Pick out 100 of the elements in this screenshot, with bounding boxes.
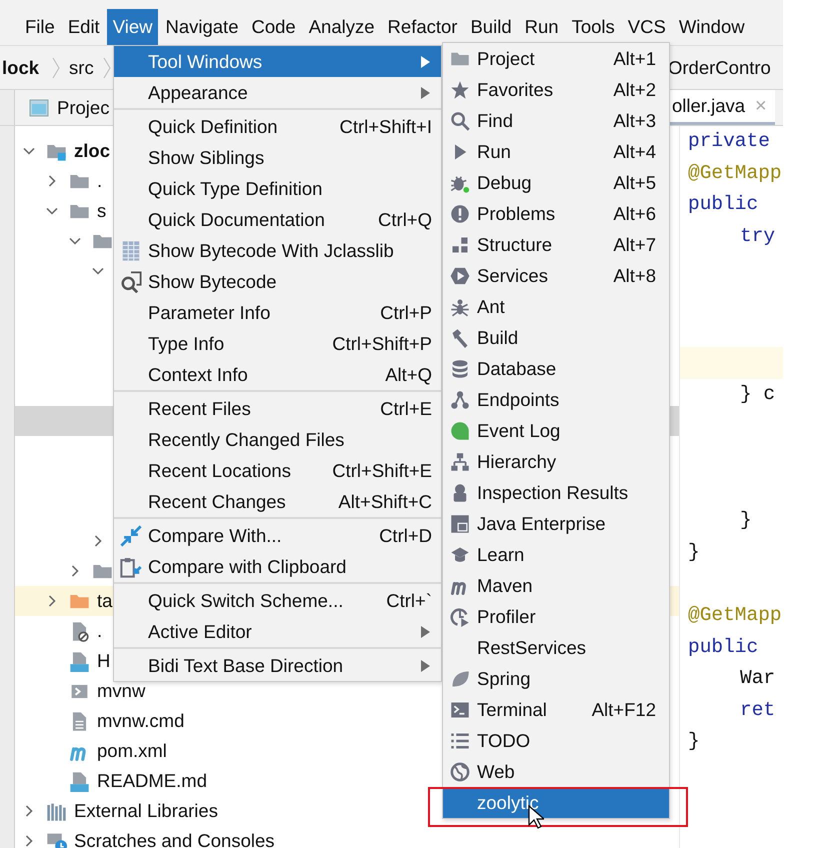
menu-item[interactable]: Web <box>443 756 669 787</box>
tree-item-label[interactable]: H <box>97 650 110 672</box>
menu-item[interactable]: TODO <box>443 725 669 756</box>
clock-play-icon <box>450 606 470 626</box>
menu-bar-item[interactable]: Run <box>518 9 565 45</box>
menu-item[interactable]: Compare with Clipboard <box>114 551 441 582</box>
code-text: private <box>688 130 770 152</box>
blocks-icon <box>450 234 470 254</box>
menu-item[interactable]: Maven <box>443 570 669 601</box>
shortcut-label: Ctrl+` <box>386 590 432 612</box>
menu-item[interactable]: Run Alt+4 <box>443 136 669 167</box>
breadcrumb-item[interactable]: src <box>69 56 94 78</box>
menu-item[interactable]: RestServices <box>443 632 669 663</box>
menu-item[interactable]: Appearance <box>114 77 441 108</box>
menu-item[interactable]: Quick Type Definition <box>114 173 441 204</box>
shortcut-label: Alt+8 <box>613 264 656 286</box>
tree-item-label[interactable]: . <box>97 170 102 192</box>
menu-item[interactable]: Services Alt+8 <box>443 260 669 291</box>
menu-item[interactable]: Recent Files Ctrl+E <box>114 393 441 424</box>
shortcut-label: Ctrl+P <box>380 302 432 324</box>
menu-item[interactable]: Java Enterprise <box>443 508 669 539</box>
star-icon <box>450 80 470 100</box>
file-icon <box>69 770 90 792</box>
menu-item[interactable]: Spring <box>443 663 669 694</box>
cap-icon <box>450 544 470 564</box>
menu-item[interactable]: Quick Documentation Ctrl+Q <box>114 204 441 235</box>
menu-bar-item[interactable]: VCS <box>622 9 672 45</box>
grid-icon <box>120 240 142 262</box>
hammer-icon <box>450 328 470 348</box>
menu-item[interactable]: Structure Alt+7 <box>443 229 669 260</box>
menu-item[interactable]: Recent Locations Ctrl+Shift+E <box>114 455 441 486</box>
menu-item[interactable]: Problems Alt+6 <box>443 198 669 229</box>
menu-bar-item[interactable]: Window <box>672 9 751 45</box>
menu-bar-item[interactable]: Refactor <box>382 9 464 45</box>
menu-bar-item[interactable]: Analyze <box>302 9 381 45</box>
menu-item[interactable]: Favorites Alt+2 <box>443 74 669 105</box>
menu-item[interactable]: Context Info Alt+Q <box>114 359 441 390</box>
editor-tab[interactable]: oller.java × <box>670 90 775 125</box>
list-icon <box>450 730 470 750</box>
shortcut-label: Ctrl+Q <box>378 208 432 230</box>
menu-item[interactable]: Tool Windows <box>114 46 441 77</box>
menu-item[interactable]: Project Alt+1 <box>443 43 669 74</box>
menu-item[interactable]: Show Bytecode <box>114 266 441 297</box>
chevron-icon <box>51 56 62 80</box>
menu-bar-item[interactable]: Tools <box>566 9 621 45</box>
menu-item[interactable]: Profiler <box>443 601 669 632</box>
ant-icon <box>450 296 470 316</box>
menu-item[interactable]: Quick Switch Scheme... Ctrl+` <box>114 585 441 616</box>
menu-bar-item[interactable]: Code <box>245 9 302 45</box>
shortcut-label: Alt+6 <box>613 202 656 224</box>
tree-item-label[interactable]: ta <box>97 590 112 612</box>
shortcut-label: Ctrl+Shift+E <box>332 460 432 482</box>
chevron-icon <box>102 56 112 80</box>
menu-item[interactable]: Compare With... Ctrl+D <box>114 520 441 551</box>
menu-item[interactable]: Parameter Info Ctrl+P <box>114 297 441 328</box>
menu-bar-item[interactable]: Navigate <box>159 9 244 45</box>
code-text: try <box>740 224 776 247</box>
menu-item[interactable]: Ant <box>443 291 669 322</box>
menu-item[interactable]: Recent Changes Alt+Shift+C <box>114 486 441 517</box>
menu-item[interactable]: Bidi Text Base Direction <box>114 650 441 681</box>
menu-item[interactable]: Quick Definition Ctrl+Shift+I <box>114 111 441 142</box>
menu-item[interactable]: Build <box>443 322 669 353</box>
leaf-icon <box>450 668 470 688</box>
arrows-icon <box>120 524 142 546</box>
shortcut-label: Ctrl+D <box>379 524 432 546</box>
menu-item[interactable]: Inspection Results <box>443 477 669 508</box>
tree-item-label[interactable]: mvnw <box>97 680 146 702</box>
menu-item[interactable]: Active Editor <box>114 616 441 647</box>
menu-item[interactable]: Show Bytecode With Jclasslib <box>114 235 441 266</box>
menu-item[interactable]: Event Log <box>443 415 669 446</box>
menu-item[interactable]: Learn <box>443 539 669 570</box>
menu-bar-item[interactable]: View <box>106 9 158 45</box>
menu-item[interactable]: Terminal Alt+F12 <box>443 694 669 725</box>
tree-item-label[interactable]: s <box>97 200 106 222</box>
menu-bar-item[interactable]: File <box>19 9 61 45</box>
breadcrumb-item[interactable]: OrderContro <box>668 56 783 78</box>
menu-item[interactable]: Hierarchy <box>443 446 669 477</box>
menu-item[interactable]: Debug Alt+5 <box>443 167 669 198</box>
breadcrumb-item[interactable]: lock <box>2 56 40 78</box>
menu-item[interactable]: Database <box>443 353 669 384</box>
menu-bar-item[interactable]: Build <box>464 9 518 45</box>
shortcut-label: Ctrl+E <box>380 398 432 420</box>
tree-item-label[interactable]: mvnw.cmd <box>97 710 184 732</box>
tree-item-label[interactable]: Scratches and Consoles <box>74 830 275 848</box>
tree-item-label[interactable]: . <box>97 620 102 642</box>
bars-icon <box>46 800 67 822</box>
menu-item[interactable]: Type Info Ctrl+Shift+P <box>114 328 441 359</box>
menu-item[interactable]: Endpoints <box>443 384 669 415</box>
tree-item-label[interactable]: External Libraries <box>74 800 218 822</box>
shortcut-label: Alt+3 <box>613 110 656 132</box>
tree-item-label[interactable]: pom.xml <box>97 740 167 762</box>
menu-item[interactable]: zoolytic <box>443 787 669 818</box>
tree-item-label[interactable]: README.md <box>97 770 207 792</box>
menu-item[interactable]: Recently Changed Files <box>114 424 441 455</box>
tree-item-label[interactable]: zloc <box>74 140 110 162</box>
code-text: @GetMapp <box>688 162 782 184</box>
menu-item[interactable]: Show Siblings <box>114 142 441 173</box>
menu-item[interactable]: Find Alt+3 <box>443 105 669 136</box>
menu-bar-item[interactable]: Edit <box>62 9 106 45</box>
code-text: } c <box>740 382 776 405</box>
